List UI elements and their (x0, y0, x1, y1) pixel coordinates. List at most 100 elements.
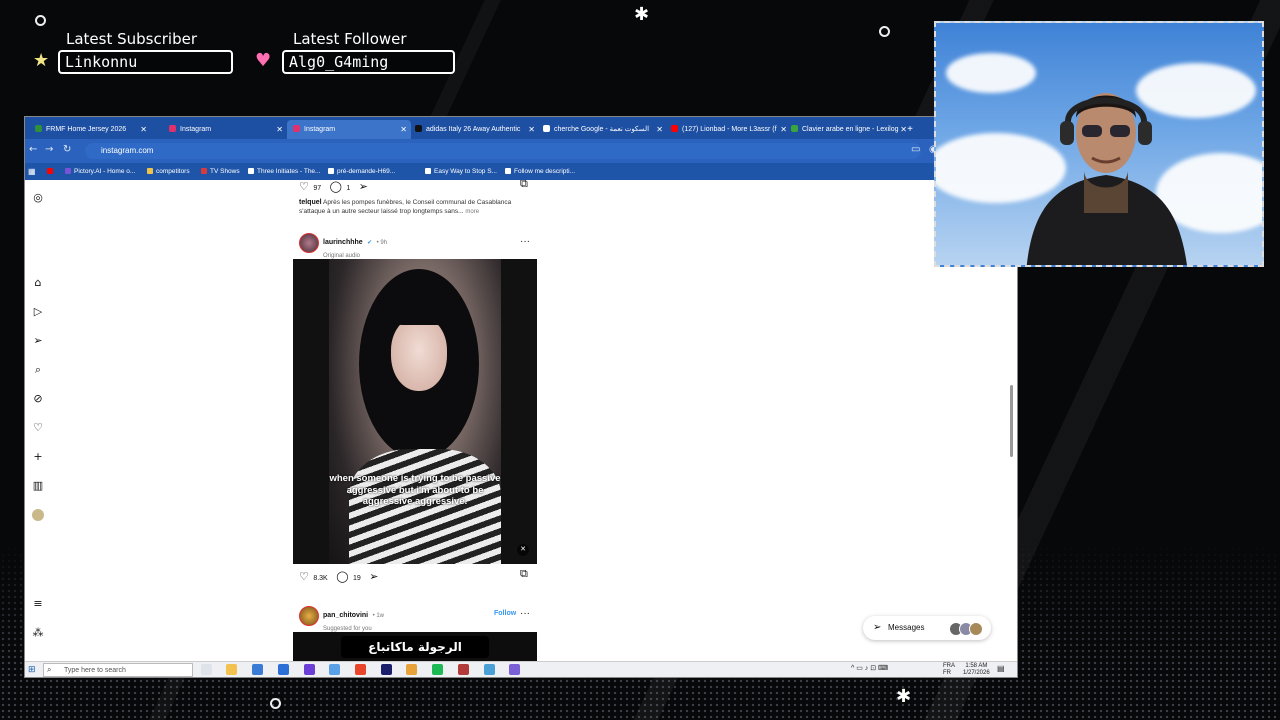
like-icon[interactable]: ♡ (299, 180, 309, 193)
messages-button[interactable]: ➢ Messages (863, 616, 991, 640)
bookmark-item[interactable]: Three Initiates - The... (248, 163, 320, 180)
store-icon[interactable] (252, 664, 263, 675)
heart-icon: ♥ (255, 50, 272, 71)
save-icon[interactable]: ⧉ (520, 180, 528, 191)
next-post-header: pan_chitovini • 1w Suggested for you (323, 608, 384, 634)
comment-icon[interactable]: ◯ (330, 180, 342, 193)
bookmark-label: Pictory.AI - Home o... (74, 168, 136, 175)
post-author-avatar[interactable] (299, 233, 319, 253)
address-field[interactable]: instagram.com (85, 143, 921, 159)
browser-tab[interactable]: (127) Lionbad - More L3assr (f ✕ (665, 120, 791, 139)
tray-clock[interactable]: 1:58 AM 1/27/2026 (963, 663, 990, 677)
forward-icon[interactable]: → (45, 144, 53, 155)
close-tab-icon[interactable]: ✕ (140, 120, 147, 139)
app-icon[interactable] (304, 664, 315, 675)
direct-icon[interactable]: ➢ (32, 335, 44, 347)
bookmark-item[interactable]: competitors (147, 163, 190, 180)
more-options-icon[interactable]: ··· (520, 608, 530, 619)
bookmark-item[interactable]: Easy Way to Stop S... (425, 163, 497, 180)
app-icon[interactable] (458, 664, 469, 675)
clock-date: 1/27/2026 (963, 670, 990, 676)
edge-icon[interactable] (278, 664, 289, 675)
close-tab-icon[interactable]: ✕ (276, 120, 283, 139)
direct-icon: ➢ (873, 622, 882, 633)
reload-icon[interactable]: ↻ (63, 144, 71, 155)
tray-chevron-icon[interactable]: ^ ▭ ♪ ⊡ ⌨ (851, 665, 888, 672)
next-post-avatar[interactable] (299, 606, 319, 626)
post-author[interactable]: laurinchhhe (323, 239, 363, 246)
windows-start-icon[interactable]: ⊞ (28, 664, 36, 675)
chrome-icon[interactable] (406, 664, 417, 675)
bookmark-item[interactable]: pré-demande-H69... (328, 163, 395, 180)
browser-tab[interactable]: cherche Google - السكوت نعمة ✕ (537, 120, 667, 139)
webcam-feed (934, 21, 1264, 267)
more-link[interactable]: more (465, 209, 479, 215)
next-post-media[interactable]: الرجولة ماكاتباع ماكاتشرا (293, 632, 537, 661)
close-tab-icon[interactable]: ✕ (528, 120, 535, 139)
mute-icon[interactable]: ✕ (517, 544, 529, 556)
share-icon[interactable]: ➢ (369, 570, 378, 583)
page-scrollbar[interactable] (1010, 385, 1013, 457)
premiere-icon[interactable] (381, 664, 392, 675)
video-subject-face (391, 317, 447, 391)
spotify-icon[interactable] (432, 664, 443, 675)
calculator-icon[interactable] (484, 664, 495, 675)
bookmark-item[interactable]: Pictory.AI - Home o... (65, 163, 135, 180)
browser-tab[interactable]: Instagram ✕ (163, 120, 287, 139)
browser-tab[interactable]: Clavier arabe en ligne - Lexilog ✕ (785, 120, 911, 139)
bookmark-item[interactable]: TV Shows (201, 163, 240, 180)
discord-icon[interactable] (509, 664, 520, 675)
bookmark-item[interactable]: Follow me descripti... (505, 163, 575, 180)
back-icon[interactable]: ← (29, 144, 37, 155)
close-tab-icon[interactable]: ✕ (400, 120, 407, 139)
tab-favicon-icon (671, 125, 678, 132)
latest-subscriber-label: Latest Subscriber (66, 30, 197, 48)
search-icon: ⌕ (47, 665, 52, 674)
app-icon[interactable] (329, 664, 340, 675)
save-icon[interactable]: ⧉ (520, 567, 528, 581)
brave-icon[interactable] (355, 664, 366, 675)
prev-comment-count: 1 (346, 185, 351, 192)
file-explorer-icon[interactable] (226, 664, 237, 675)
tab-label: Clavier arabe en ligne - Lexilog (802, 126, 899, 133)
browser-tab[interactable]: FRMF Home Jersey 2026 ✕ (29, 120, 151, 139)
follow-button[interactable]: Follow (494, 610, 516, 617)
profile-avatar-icon[interactable] (32, 509, 44, 521)
more-options-icon[interactable]: ··· (520, 236, 530, 247)
search-icon[interactable]: ⌕ (32, 364, 44, 376)
comment-icon[interactable]: ◯ (336, 570, 348, 583)
bookmark-label: Follow me descripti... (514, 168, 576, 175)
menu-icon[interactable]: ≡ (32, 598, 44, 610)
like-icon[interactable]: ♡ (299, 570, 309, 583)
tray-language[interactable]: FRA FR (943, 663, 955, 677)
bookmark-label: pré-demande-H69... (337, 168, 396, 175)
notification-icon[interactable]: ▤ (997, 665, 1005, 673)
youtube-bookmark-icon[interactable] (47, 163, 56, 180)
notifications-heart-icon[interactable]: ♡ (32, 422, 44, 434)
browser-tab[interactable]: Instagram ✕ (287, 120, 411, 139)
share-icon[interactable]: ➢ (359, 180, 368, 193)
create-icon[interactable]: + (32, 451, 44, 463)
browser-tab[interactable]: adidas Italy 26 Away Authentic ✕ (409, 120, 539, 139)
explore-icon[interactable]: ⊘ (32, 393, 44, 405)
bookmarks-bar: ▦ Pictory.AI - Home o... competitors TV Sh… (25, 163, 1017, 180)
instagram-logo-icon[interactable]: ◎ (32, 192, 44, 204)
sparkle-ring-icon (35, 15, 46, 26)
next-post-banner-text: الرجولة ماكاتباع ماكاتشرا (341, 636, 489, 658)
reel-video[interactable]: when someone is trying to be passive agg… (293, 259, 537, 564)
home-icon[interactable]: ⌂ (32, 277, 44, 289)
apps-icon[interactable]: ▦ (28, 163, 36, 180)
star-icon: ★ (33, 50, 50, 71)
threads-apps-icon[interactable]: ⁂ (32, 627, 44, 639)
close-tab-icon[interactable]: ✕ (656, 120, 663, 139)
taskbar-search[interactable]: Type here to search (43, 663, 193, 677)
next-post-author[interactable]: pan_chitovini (323, 612, 368, 619)
new-tab-button[interactable]: + (903, 120, 917, 139)
cast-icon[interactable]: ▭ (911, 144, 920, 155)
task-view-icon[interactable] (201, 664, 212, 675)
sparkle-ring-icon (879, 26, 890, 37)
tab-favicon-icon (415, 125, 422, 132)
reels-icon[interactable]: ▷ (32, 306, 44, 318)
prev-post-author[interactable]: telquel (299, 199, 322, 206)
dashboard-icon[interactable]: ▥ (32, 480, 44, 492)
